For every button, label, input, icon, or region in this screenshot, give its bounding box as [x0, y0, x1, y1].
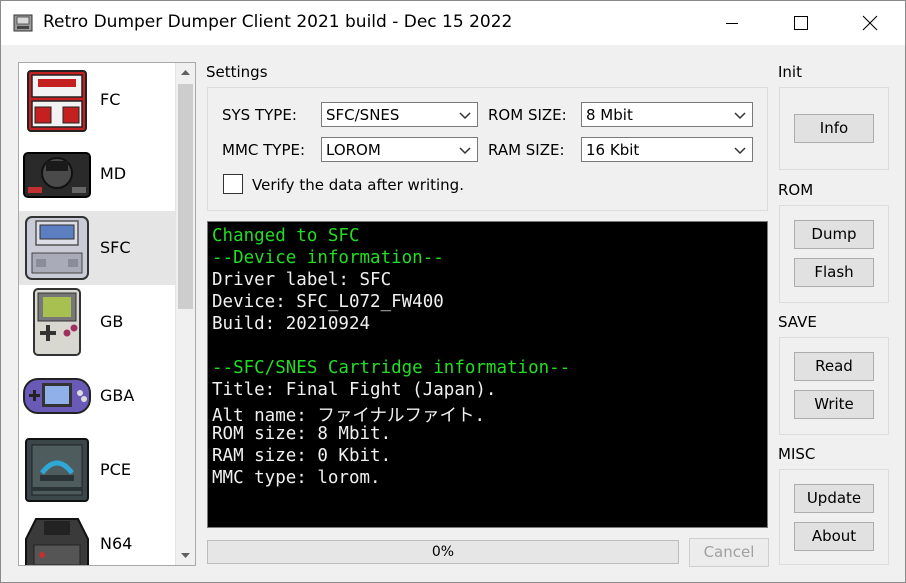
verify-label: Verify the data after writing.	[252, 176, 464, 194]
chevron-down-icon	[459, 147, 471, 155]
chevron-down-icon	[734, 147, 746, 155]
log-console[interactable]: Changed to SFC --Device information-- Driv…	[207, 221, 768, 528]
console-label-fc: FC	[100, 90, 121, 109]
mmc-type-select[interactable]: LOROM	[321, 137, 478, 162]
console-item-gb[interactable]: GB	[19, 285, 176, 359]
console-label-gba: GBA	[100, 386, 135, 405]
log-line: --Device information--	[212, 248, 444, 268]
pc-engine-icon	[25, 438, 89, 502]
log-line: Title: Final Fight (Japan).	[212, 380, 497, 400]
rom-size-select[interactable]: 8 Mbit	[581, 102, 753, 127]
console-label-gb: GB	[100, 312, 124, 331]
famicom-icon	[27, 70, 87, 132]
mega-drive-icon	[23, 152, 91, 198]
console-label-pce: PCE	[100, 460, 131, 479]
console-list[interactable]: FC MD SFC GB GBA PCE N64	[18, 62, 196, 566]
console-item-gba[interactable]: GBA	[19, 359, 176, 433]
log-line: --SFC/SNES Cartridge information--	[212, 358, 571, 378]
console-item-md[interactable]: MD	[19, 137, 176, 211]
maximize-button[interactable]	[777, 1, 823, 45]
log-line: Build: 20210924	[212, 314, 371, 334]
sys-type-label: SYS TYPE:	[222, 106, 297, 124]
ram-size-label: RAM SIZE:	[488, 141, 565, 159]
minimize-button[interactable]	[709, 1, 755, 45]
dump-button[interactable]: Dump	[794, 220, 874, 249]
rom-size-label: ROM SIZE:	[488, 106, 567, 124]
retro-dumper-icon	[13, 14, 33, 32]
about-button[interactable]: About	[794, 522, 874, 551]
console-item-pce[interactable]: PCE	[19, 433, 176, 507]
scroll-thumb[interactable]	[178, 84, 193, 309]
log-line: Driver label: SFC	[212, 270, 392, 290]
rom-size-value: 8 Mbit	[586, 106, 633, 124]
flash-button[interactable]: Flash	[794, 258, 874, 287]
log-line: Device: SFC_L072_FW400	[212, 292, 444, 312]
log-line: RAM size: 0 Kbit.	[212, 446, 392, 466]
game-boy-icon	[33, 288, 81, 356]
console-item-n64[interactable]: N64	[19, 507, 176, 565]
game-boy-advance-icon	[23, 378, 91, 414]
mmc-type-label: MMC TYPE:	[222, 141, 306, 159]
settings-group-label: Settings	[206, 63, 268, 81]
log-line: Changed to SFC	[212, 226, 360, 246]
verify-checkbox[interactable]	[223, 174, 243, 194]
cancel-button[interactable]: Cancel	[689, 538, 769, 567]
title-bar: Retro Dumper Dumper Client 2021 build - …	[1, 1, 905, 45]
misc-group-label: MISC	[778, 445, 816, 463]
scroll-down-button[interactable]	[176, 546, 195, 565]
nintendo-64-icon	[25, 518, 89, 565]
scroll-up-button[interactable]	[176, 63, 195, 82]
update-button[interactable]: Update	[794, 484, 874, 513]
write-button[interactable]: Write	[794, 390, 874, 419]
close-button[interactable]	[847, 1, 893, 45]
console-list-scrollbar[interactable]	[175, 63, 195, 565]
mmc-type-value: LOROM	[326, 141, 381, 159]
ram-size-select[interactable]: 16 Kbit	[581, 137, 753, 162]
chevron-down-icon	[734, 112, 746, 120]
rom-group-label: ROM	[778, 181, 814, 199]
read-button[interactable]: Read	[794, 352, 874, 381]
chevron-down-icon	[459, 112, 471, 120]
progress-text: 0%	[431, 544, 455, 560]
console-label-sfc: SFC	[100, 238, 131, 257]
minimize-icon	[726, 23, 738, 24]
console-item-sfc[interactable]: SFC	[19, 211, 176, 285]
log-line: MMC type: lorom.	[212, 468, 381, 488]
sys-type-value: SFC/SNES	[326, 106, 400, 124]
maximize-icon	[794, 16, 808, 30]
info-button[interactable]: Info	[794, 114, 874, 143]
window-title: Retro Dumper Dumper Client 2021 build - …	[43, 12, 513, 32]
scroll-down-icon	[181, 553, 190, 558]
console-label-md: MD	[100, 164, 127, 183]
app-window: Retro Dumper Dumper Client 2021 build - …	[0, 0, 906, 583]
ram-size-value: 16 Kbit	[586, 141, 640, 159]
scroll-up-icon	[181, 70, 190, 75]
log-line: ROM size: 8 Mbit.	[212, 424, 392, 444]
console-label-n64: N64	[100, 534, 133, 553]
init-group-label: Init	[778, 63, 802, 81]
sys-type-select[interactable]: SFC/SNES	[321, 102, 478, 127]
super-famicom-icon	[25, 216, 89, 280]
console-item-fc[interactable]: FC	[19, 63, 176, 137]
progress-bar: 0%	[207, 540, 679, 564]
close-icon	[862, 15, 878, 31]
save-group-label: SAVE	[778, 313, 817, 331]
